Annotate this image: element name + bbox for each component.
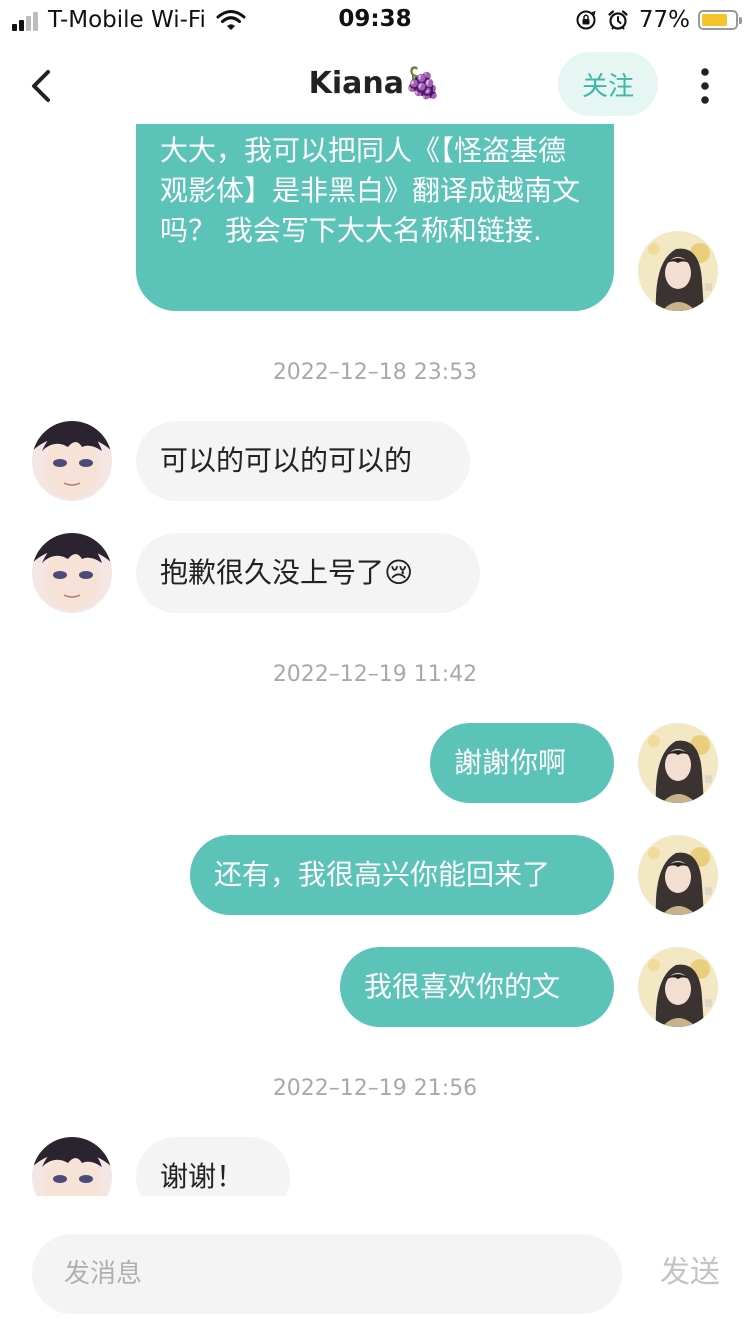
message-input[interactable] [32, 1234, 622, 1314]
message-bubble-incoming[interactable]: 抱歉很久没上号了😢 [136, 533, 480, 613]
battery-icon [698, 10, 742, 30]
message-bubble-outgoing[interactable]: 还有，我很高兴你能回来了 [190, 835, 614, 915]
follow-button[interactable]: 关注 [558, 52, 658, 116]
more-vertical-icon [701, 68, 709, 104]
rotation-lock-icon [576, 10, 596, 30]
more-button[interactable] [690, 66, 720, 106]
message-bubble-outgoing[interactable]: 大大，我可以把同人《【怪盗基德观影体】是非黑白》翻译成越南文吗？ 我会写下大大名… [136, 124, 614, 311]
my-avatar[interactable] [638, 723, 718, 803]
input-bar: 发送 [0, 1196, 750, 1334]
my-avatar[interactable] [638, 947, 718, 1027]
alarm-icon [608, 10, 628, 30]
my-avatar[interactable] [638, 835, 718, 915]
contact-avatar[interactable] [32, 533, 112, 613]
timestamp: 2022–12–19 11:42 [272, 662, 478, 687]
status-right: 77% [565, 7, 742, 33]
chat-area[interactable]: 大大，我可以把同人《【怪盗基德观影体】是非黑白》翻译成越南文吗？ 我会写下大大名… [0, 124, 750, 1196]
battery-percent: 77% [638, 7, 690, 33]
my-avatar[interactable] [638, 231, 718, 311]
message-bubble-incoming[interactable]: 谢谢！ [136, 1137, 290, 1196]
status-bar: T-Mobile Wi-Fi 09:38 77% [0, 0, 750, 40]
contact-avatar[interactable] [32, 421, 112, 501]
battery-fill [702, 14, 727, 26]
timestamp: 2022–12–19 21:56 [272, 1076, 478, 1101]
nav-bar: Kiana🍇 关注 [0, 48, 750, 124]
timestamp: 2022–12–18 23:53 [272, 360, 478, 385]
contact-avatar[interactable] [32, 1137, 112, 1196]
message-bubble-outgoing[interactable]: 我很喜欢你的文 [340, 947, 614, 1027]
message-bubble-outgoing[interactable]: 謝謝你啊 [430, 723, 614, 803]
message-bubble-incoming[interactable]: 可以的可以的可以的 [136, 421, 470, 501]
send-button[interactable]: 发送 [650, 1248, 730, 1298]
